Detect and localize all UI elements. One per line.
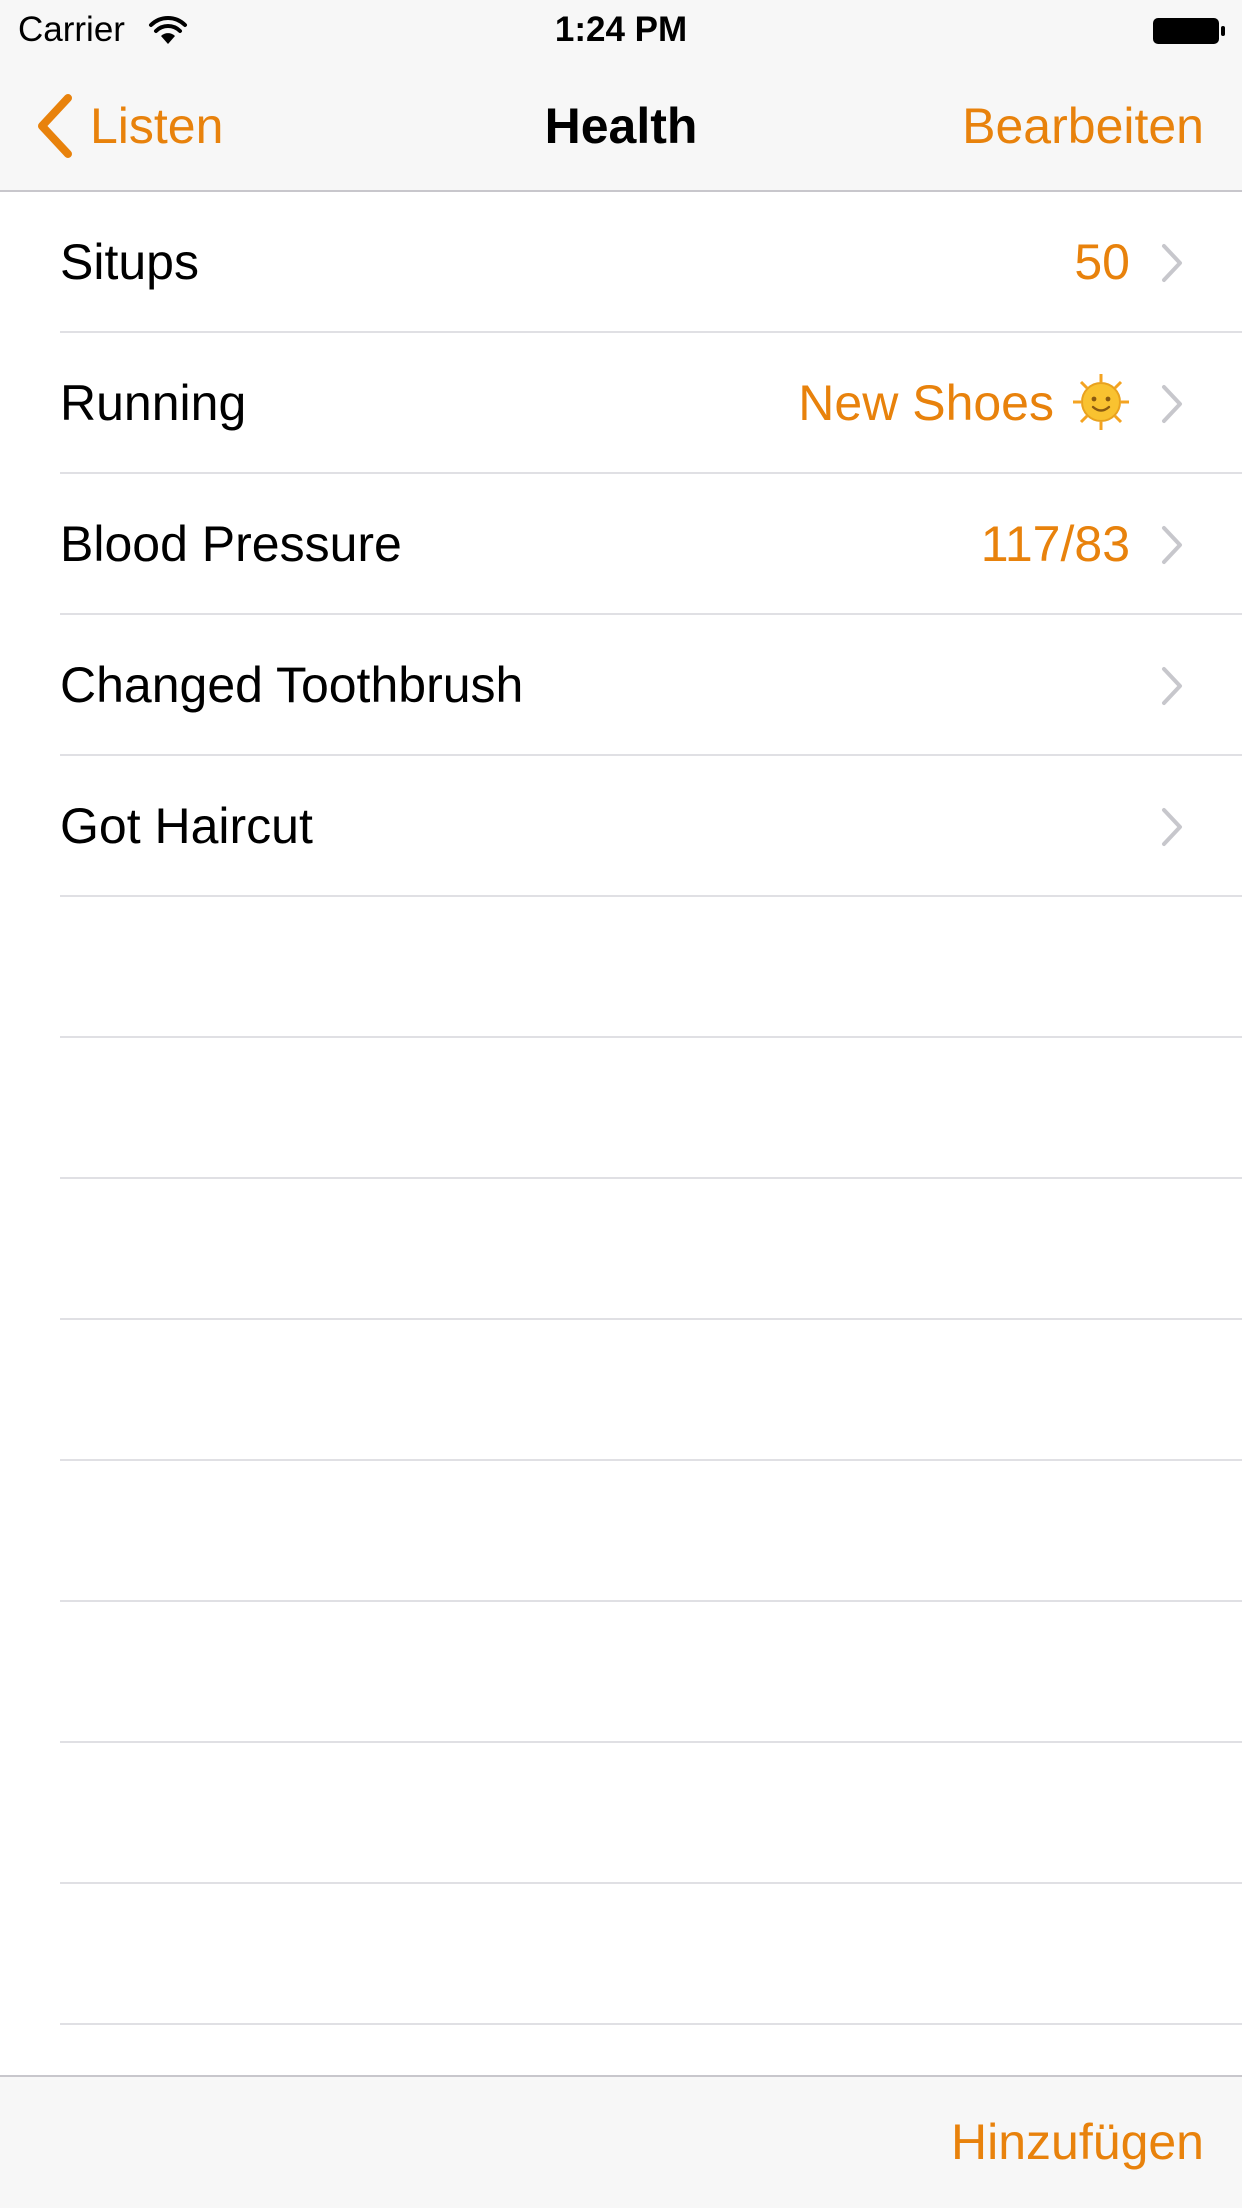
battery-full-icon	[1153, 18, 1225, 44]
empty-row	[0, 1179, 1242, 1320]
empty-row	[0, 897, 1242, 1038]
list-item-title: Running	[60, 375, 247, 431]
empty-row	[0, 1602, 1242, 1743]
edit-button[interactable]: Bearbeiten	[962, 94, 1204, 158]
sun-with-face-icon	[1073, 373, 1129, 430]
list-item-detail: 117/83	[980, 516, 1130, 572]
item-list: Situps 50 Running New Shoes Blood Pressu…	[0, 192, 1242, 2025]
add-button[interactable]: Hinzufügen	[951, 2077, 1204, 2208]
list-item-title: Got Haircut	[60, 798, 313, 854]
chevron-right-icon	[1162, 244, 1182, 282]
empty-row	[0, 1038, 1242, 1179]
empty-row	[0, 1461, 1242, 1602]
chevron-right-icon	[1162, 385, 1182, 423]
list-item-detail-wrap: New Shoes	[798, 333, 1130, 474]
chevron-right-icon	[1162, 808, 1182, 846]
chevron-right-icon	[1162, 667, 1182, 705]
status-time: 1:24 PM	[554, 10, 688, 49]
list-item-got-haircut[interactable]: Got Haircut	[0, 756, 1242, 897]
list-item-changed-toothbrush[interactable]: Changed Toothbrush	[0, 615, 1242, 756]
bottom-toolbar: Hinzufügen	[0, 2075, 1242, 2208]
empty-row	[0, 1320, 1242, 1461]
list-item-detail: 50	[1074, 234, 1130, 290]
navigation-bar: Listen Health Bearbeiten	[0, 60, 1242, 192]
list-item-detail: New Shoes	[798, 375, 1054, 431]
list-item-blood-pressure[interactable]: Blood Pressure 117/83	[0, 474, 1242, 615]
chevron-right-icon	[1162, 526, 1182, 564]
status-bar: Carrier 1:24 PM	[0, 0, 1242, 60]
list-item-title: Blood Pressure	[60, 516, 402, 572]
list-item-situps[interactable]: Situps 50	[0, 192, 1242, 333]
empty-row	[0, 1743, 1242, 1884]
list-item-title: Changed Toothbrush	[60, 657, 524, 713]
list-item-running[interactable]: Running New Shoes	[0, 333, 1242, 474]
empty-row	[0, 1884, 1242, 2025]
list-item-title: Situps	[60, 234, 199, 290]
